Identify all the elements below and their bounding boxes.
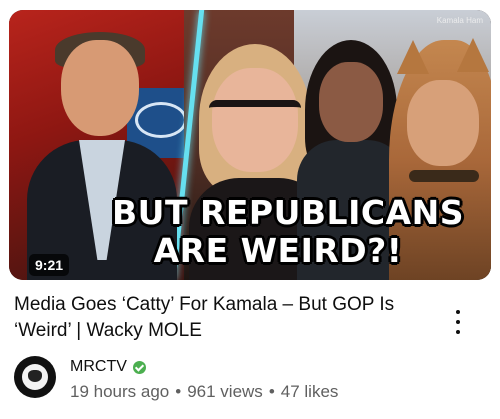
like-count: 47 likes: [280, 382, 339, 401]
channel-row: MRCTV: [70, 356, 146, 378]
man-face: [61, 40, 139, 136]
upload-age: 19 hours ago: [70, 382, 170, 401]
video-card[interactable]: Kamala Ham BUT REPUBLICANS ARE WEIRD?! 9…: [0, 0, 500, 419]
video-title[interactable]: Media Goes ‘Catty’ For Kamala – But GOP …: [14, 292, 434, 344]
thumbnail-watermark: Kamala Ham: [436, 16, 483, 25]
channel-avatar[interactable]: [14, 356, 56, 398]
cat-collar: [409, 170, 479, 182]
cat-costume-face: [407, 80, 479, 166]
more-vertical-icon[interactable]: [446, 306, 470, 340]
more-dot: [456, 320, 460, 324]
studio-logo-mark: [135, 102, 187, 138]
channel-name[interactable]: MRCTV: [70, 358, 127, 376]
video-metadata: 19 hours ago • 961 views • 47 likes: [70, 382, 338, 402]
headline-line-2: ARE WEIRD?!: [153, 231, 403, 270]
bulldog-logo-icon: [28, 370, 42, 382]
woman-glasses: [209, 100, 301, 133]
more-dot: [456, 310, 460, 314]
verified-check-icon: [132, 360, 146, 374]
headline-line-1: BUT REPUBLICANS: [112, 193, 464, 232]
meta-separator: •: [268, 382, 275, 401]
more-dot: [456, 330, 460, 334]
thumbnail-headline: BUT REPUBLICANS ARE WEIRD?!: [9, 194, 491, 270]
cat-ear-right: [457, 38, 489, 72]
video-thumbnail[interactable]: Kamala Ham BUT REPUBLICANS ARE WEIRD?! 9…: [9, 10, 491, 280]
cat-ear-left: [397, 40, 429, 74]
woman-dark-face: [319, 62, 383, 142]
meta-separator: •: [175, 382, 182, 401]
view-count: 961 views: [187, 382, 263, 401]
duration-badge: 9:21: [29, 254, 70, 276]
